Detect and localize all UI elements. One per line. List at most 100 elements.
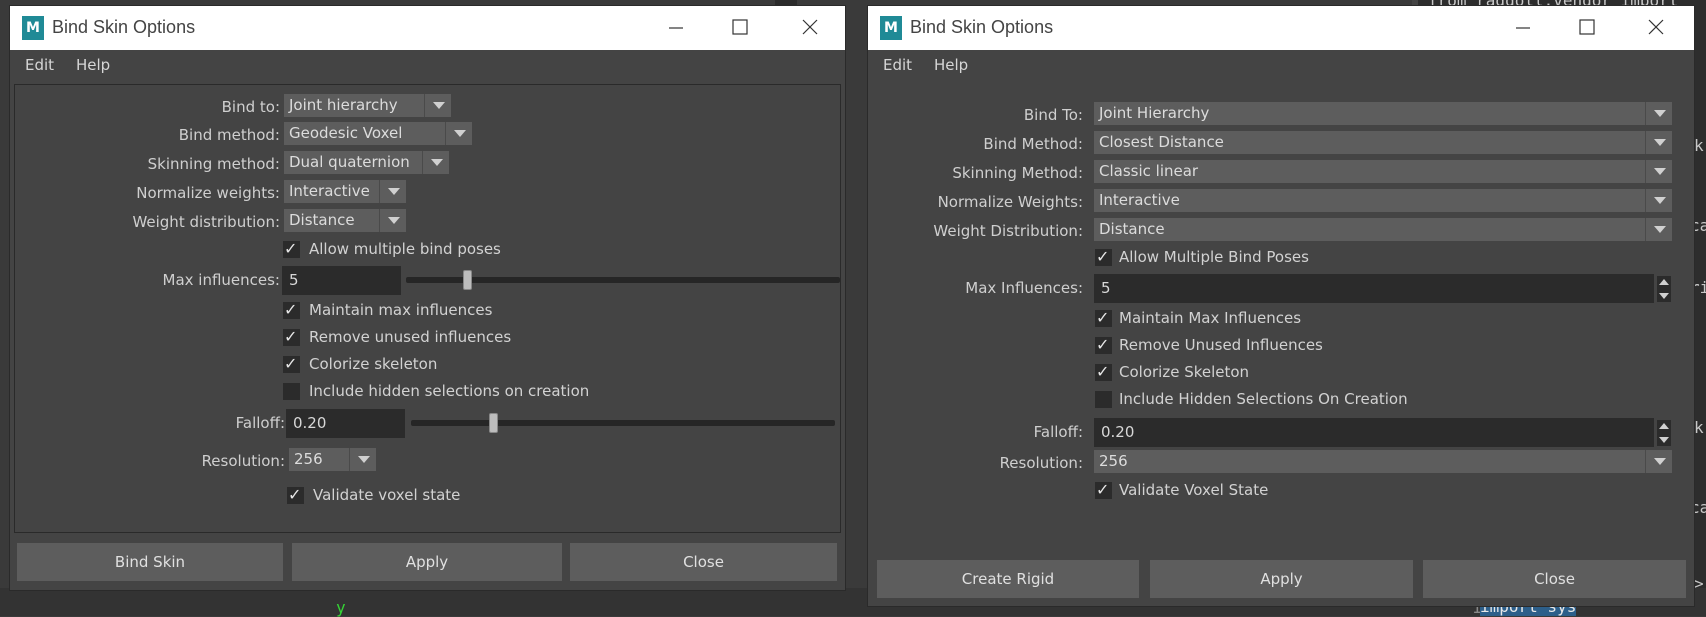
checkmark-icon: ✓ bbox=[284, 300, 298, 319]
allow-multiple-checkbox[interactable]: ✓ bbox=[1095, 247, 1112, 266]
close-button[interactable]: Close bbox=[570, 543, 837, 581]
skinning-method-value: Dual quaternion bbox=[289, 153, 410, 171]
menu-help[interactable]: Help bbox=[76, 56, 110, 74]
weight-distribution-dropdown[interactable]: Distance bbox=[284, 209, 406, 232]
spin-down-icon[interactable] bbox=[1659, 293, 1669, 299]
weight-distribution-dropdown[interactable]: Distance bbox=[1094, 218, 1672, 241]
maintain-max-label: Maintain max influences bbox=[309, 301, 493, 319]
max-influences-slider-handle[interactable] bbox=[463, 270, 472, 290]
remove-unused-checkbox[interactable]: ✓ bbox=[1095, 335, 1112, 354]
chevron-down-icon bbox=[379, 180, 406, 203]
create-rigid-button[interactable]: Create Rigid bbox=[877, 560, 1139, 598]
allow-multiple-checkbox[interactable]: ✓ bbox=[283, 239, 300, 258]
menu-bar: Edit Help bbox=[868, 50, 1694, 84]
include-hidden-label: Include Hidden Selections On Creation bbox=[1119, 390, 1408, 408]
maintain-max-checkbox[interactable]: ✓ bbox=[283, 300, 300, 319]
chevron-down-icon bbox=[1645, 160, 1672, 183]
skinning-method-dropdown[interactable]: Dual quaternion bbox=[284, 151, 449, 174]
allow-multiple-label: Allow multiple bind poses bbox=[309, 240, 501, 258]
include-hidden-label: Include hidden selections on creation bbox=[309, 382, 590, 400]
include-hidden-checkbox[interactable] bbox=[283, 383, 300, 400]
include-hidden-checkbox[interactable] bbox=[1095, 391, 1112, 408]
falloff-field[interactable]: 0.20 bbox=[1094, 418, 1654, 447]
validate-voxel-checkbox[interactable]: ✓ bbox=[1095, 480, 1112, 499]
skinning-method-dropdown[interactable]: Classic linear bbox=[1094, 160, 1672, 183]
checkmark-icon: ✓ bbox=[1096, 308, 1110, 327]
bind-to-label: Bind to: bbox=[221, 98, 280, 116]
title-bar[interactable]: M Bind Skin Options bbox=[868, 6, 1694, 50]
chevron-down-icon bbox=[1645, 218, 1672, 241]
validate-voxel-checkbox[interactable]: ✓ bbox=[287, 485, 304, 504]
close-icon[interactable] bbox=[1641, 14, 1671, 40]
maximize-icon[interactable] bbox=[725, 14, 755, 40]
maintain-max-checkbox[interactable]: ✓ bbox=[1095, 308, 1112, 327]
code-line: k bbox=[1694, 418, 1704, 437]
max-influences-field[interactable]: 5 bbox=[282, 266, 401, 295]
resolution-dropdown[interactable]: 256 bbox=[1094, 450, 1672, 473]
falloff-field[interactable]: 0.20 bbox=[286, 409, 405, 438]
bind-to-value: Joint Hierarchy bbox=[1099, 104, 1210, 122]
maximize-icon[interactable] bbox=[1572, 14, 1602, 40]
colorize-label: Colorize skeleton bbox=[309, 355, 438, 373]
code-green-char: y bbox=[336, 598, 346, 617]
skinning-method-label: Skinning Method: bbox=[952, 164, 1083, 182]
falloff-spinner[interactable] bbox=[1657, 420, 1671, 446]
minimize-icon[interactable] bbox=[1508, 14, 1538, 40]
validate-voxel-label: Validate Voxel State bbox=[1119, 481, 1269, 499]
falloff-slider-handle[interactable] bbox=[489, 413, 498, 433]
resolution-label: Resolution: bbox=[999, 454, 1083, 472]
resolution-value: 256 bbox=[1099, 452, 1128, 470]
chevron-down-icon bbox=[1645, 102, 1672, 125]
bind-to-dropdown[interactable]: Joint Hierarchy bbox=[1094, 102, 1672, 125]
max-influences-field[interactable]: 5 bbox=[1094, 274, 1654, 303]
apply-button[interactable]: Apply bbox=[1150, 560, 1413, 598]
window-title: Bind Skin Options bbox=[910, 17, 1054, 37]
menu-edit[interactable]: Edit bbox=[25, 56, 54, 74]
bind-method-dropdown[interactable]: Closest Distance bbox=[1094, 131, 1672, 154]
menu-edit[interactable]: Edit bbox=[883, 56, 912, 74]
chevron-down-icon bbox=[349, 448, 376, 471]
spin-up-icon[interactable] bbox=[1659, 279, 1669, 285]
bind-method-dropdown[interactable]: Geodesic Voxel bbox=[284, 122, 472, 145]
bind-to-value: Joint hierarchy bbox=[289, 96, 398, 114]
chevron-down-icon bbox=[1645, 450, 1672, 473]
colorize-checkbox[interactable]: ✓ bbox=[283, 354, 300, 373]
checkmark-icon: ✓ bbox=[288, 485, 302, 504]
apply-button[interactable]: Apply bbox=[292, 543, 562, 581]
title-bar[interactable]: M Bind Skin Options bbox=[10, 6, 845, 50]
bind-to-dropdown[interactable]: Joint hierarchy bbox=[284, 94, 451, 117]
skinning-method-label: Skinning method: bbox=[147, 155, 280, 173]
bind-skin-button[interactable]: Bind Skin bbox=[17, 543, 283, 581]
close-button[interactable]: Close bbox=[1423, 560, 1686, 598]
bind-method-label: Bind method: bbox=[178, 126, 280, 144]
allow-multiple-label: Allow Multiple Bind Poses bbox=[1119, 248, 1309, 266]
spin-down-icon[interactable] bbox=[1659, 437, 1669, 443]
resolution-dropdown[interactable]: 256 bbox=[289, 448, 376, 471]
normalize-weights-dropdown[interactable]: Interactive bbox=[284, 180, 406, 203]
close-icon[interactable] bbox=[795, 14, 825, 40]
colorize-checkbox[interactable]: ✓ bbox=[1095, 362, 1112, 381]
normalize-weights-dropdown[interactable]: Interactive bbox=[1094, 189, 1672, 212]
maya-logo-icon: M bbox=[880, 16, 902, 40]
minimize-icon[interactable] bbox=[661, 14, 691, 40]
weight-distribution-label: Weight distribution: bbox=[132, 213, 280, 231]
chevron-down-icon bbox=[445, 122, 472, 145]
weight-distribution-label: Weight Distribution: bbox=[933, 222, 1083, 240]
spin-up-icon[interactable] bbox=[1659, 423, 1669, 429]
chevron-down-icon bbox=[424, 94, 451, 117]
max-influences-spinner[interactable] bbox=[1657, 276, 1671, 302]
falloff-slider-track[interactable] bbox=[411, 420, 835, 426]
colorize-label: Colorize Skeleton bbox=[1119, 363, 1250, 381]
bind-method-label: Bind Method: bbox=[983, 135, 1083, 153]
resolution-value: 256 bbox=[294, 450, 323, 468]
falloff-label: Falloff: bbox=[235, 414, 285, 432]
skinning-method-value: Classic linear bbox=[1099, 162, 1199, 180]
remove-unused-checkbox[interactable]: ✓ bbox=[283, 327, 300, 346]
right-bind-skin-window: M Bind Skin Options Edit Help Bind To: J… bbox=[868, 6, 1694, 606]
falloff-label: Falloff: bbox=[1033, 423, 1083, 441]
menu-help[interactable]: Help bbox=[934, 56, 968, 74]
svg-text:M: M bbox=[26, 20, 40, 36]
validate-voxel-label: Validate voxel state bbox=[313, 486, 461, 504]
bind-method-value: Closest Distance bbox=[1099, 133, 1224, 151]
chevron-down-icon bbox=[1645, 131, 1672, 154]
